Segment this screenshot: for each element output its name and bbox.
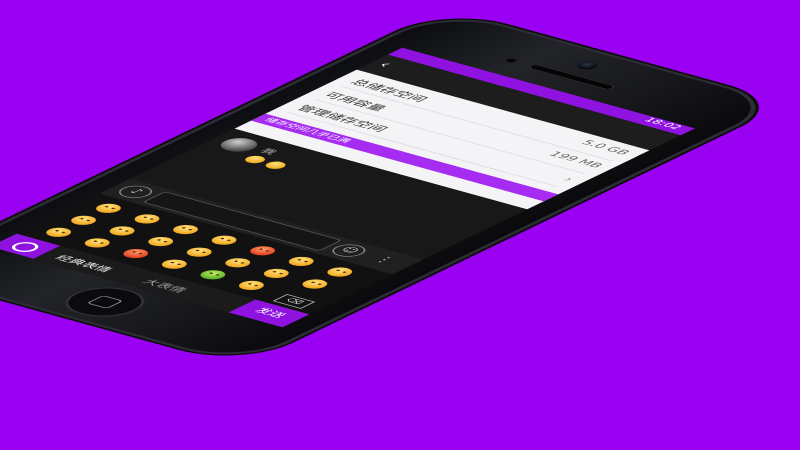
emoji-key[interactable]	[245, 244, 281, 258]
chevron-right-icon: ›	[558, 174, 580, 184]
chat-message: 我	[256, 147, 279, 157]
tab-big-emoji[interactable]: 大表情	[139, 276, 193, 294]
message-emoji	[261, 160, 290, 171]
emoji-key[interactable]	[91, 201, 126, 215]
emoji-key[interactable]	[104, 224, 140, 238]
message-emoji	[241, 154, 269, 165]
home-square-icon	[86, 295, 124, 309]
emoji-key[interactable]	[181, 245, 217, 259]
emoji-key[interactable]	[297, 277, 333, 291]
emoji-key[interactable]	[168, 223, 203, 236]
proximity-sensor	[504, 57, 519, 63]
emoji-key[interactable]	[156, 257, 192, 271]
phone-screen: 18:02 ‹ 总储存空间 5.0 GB 可用容量 199 MB 管理储存空间 …	[0, 47, 696, 328]
emoji-key[interactable]	[143, 235, 179, 248]
emoji-key[interactable]	[41, 225, 77, 239]
emoji-key[interactable]	[195, 268, 231, 282]
emoji-key[interactable]	[220, 256, 256, 270]
emoji-key[interactable]	[258, 267, 294, 280]
emoji-key[interactable]	[118, 247, 154, 260]
emoji-key[interactable]	[79, 236, 115, 250]
emoji-key[interactable]	[322, 265, 358, 279]
emoji-key[interactable]	[283, 255, 319, 268]
photo-stage: 18:02 ‹ 总储存空间 5.0 GB 可用容量 199 MB 管理储存空间 …	[0, 0, 800, 450]
emoji-key[interactable]	[234, 279, 269, 292]
emoji-key[interactable]	[66, 213, 101, 227]
emoji-key[interactable]	[129, 212, 165, 226]
back-arrow-icon[interactable]: ‹	[373, 60, 407, 72]
emoji-ring-icon	[6, 240, 44, 254]
emoji-key[interactable]	[206, 233, 242, 247]
more-icon[interactable]: ⋮	[361, 251, 408, 268]
front-camera	[573, 60, 602, 71]
phone-device: 18:02 ‹ 总储存空间 5.0 GB 可用容量 199 MB 管理储存空间 …	[0, 11, 781, 364]
